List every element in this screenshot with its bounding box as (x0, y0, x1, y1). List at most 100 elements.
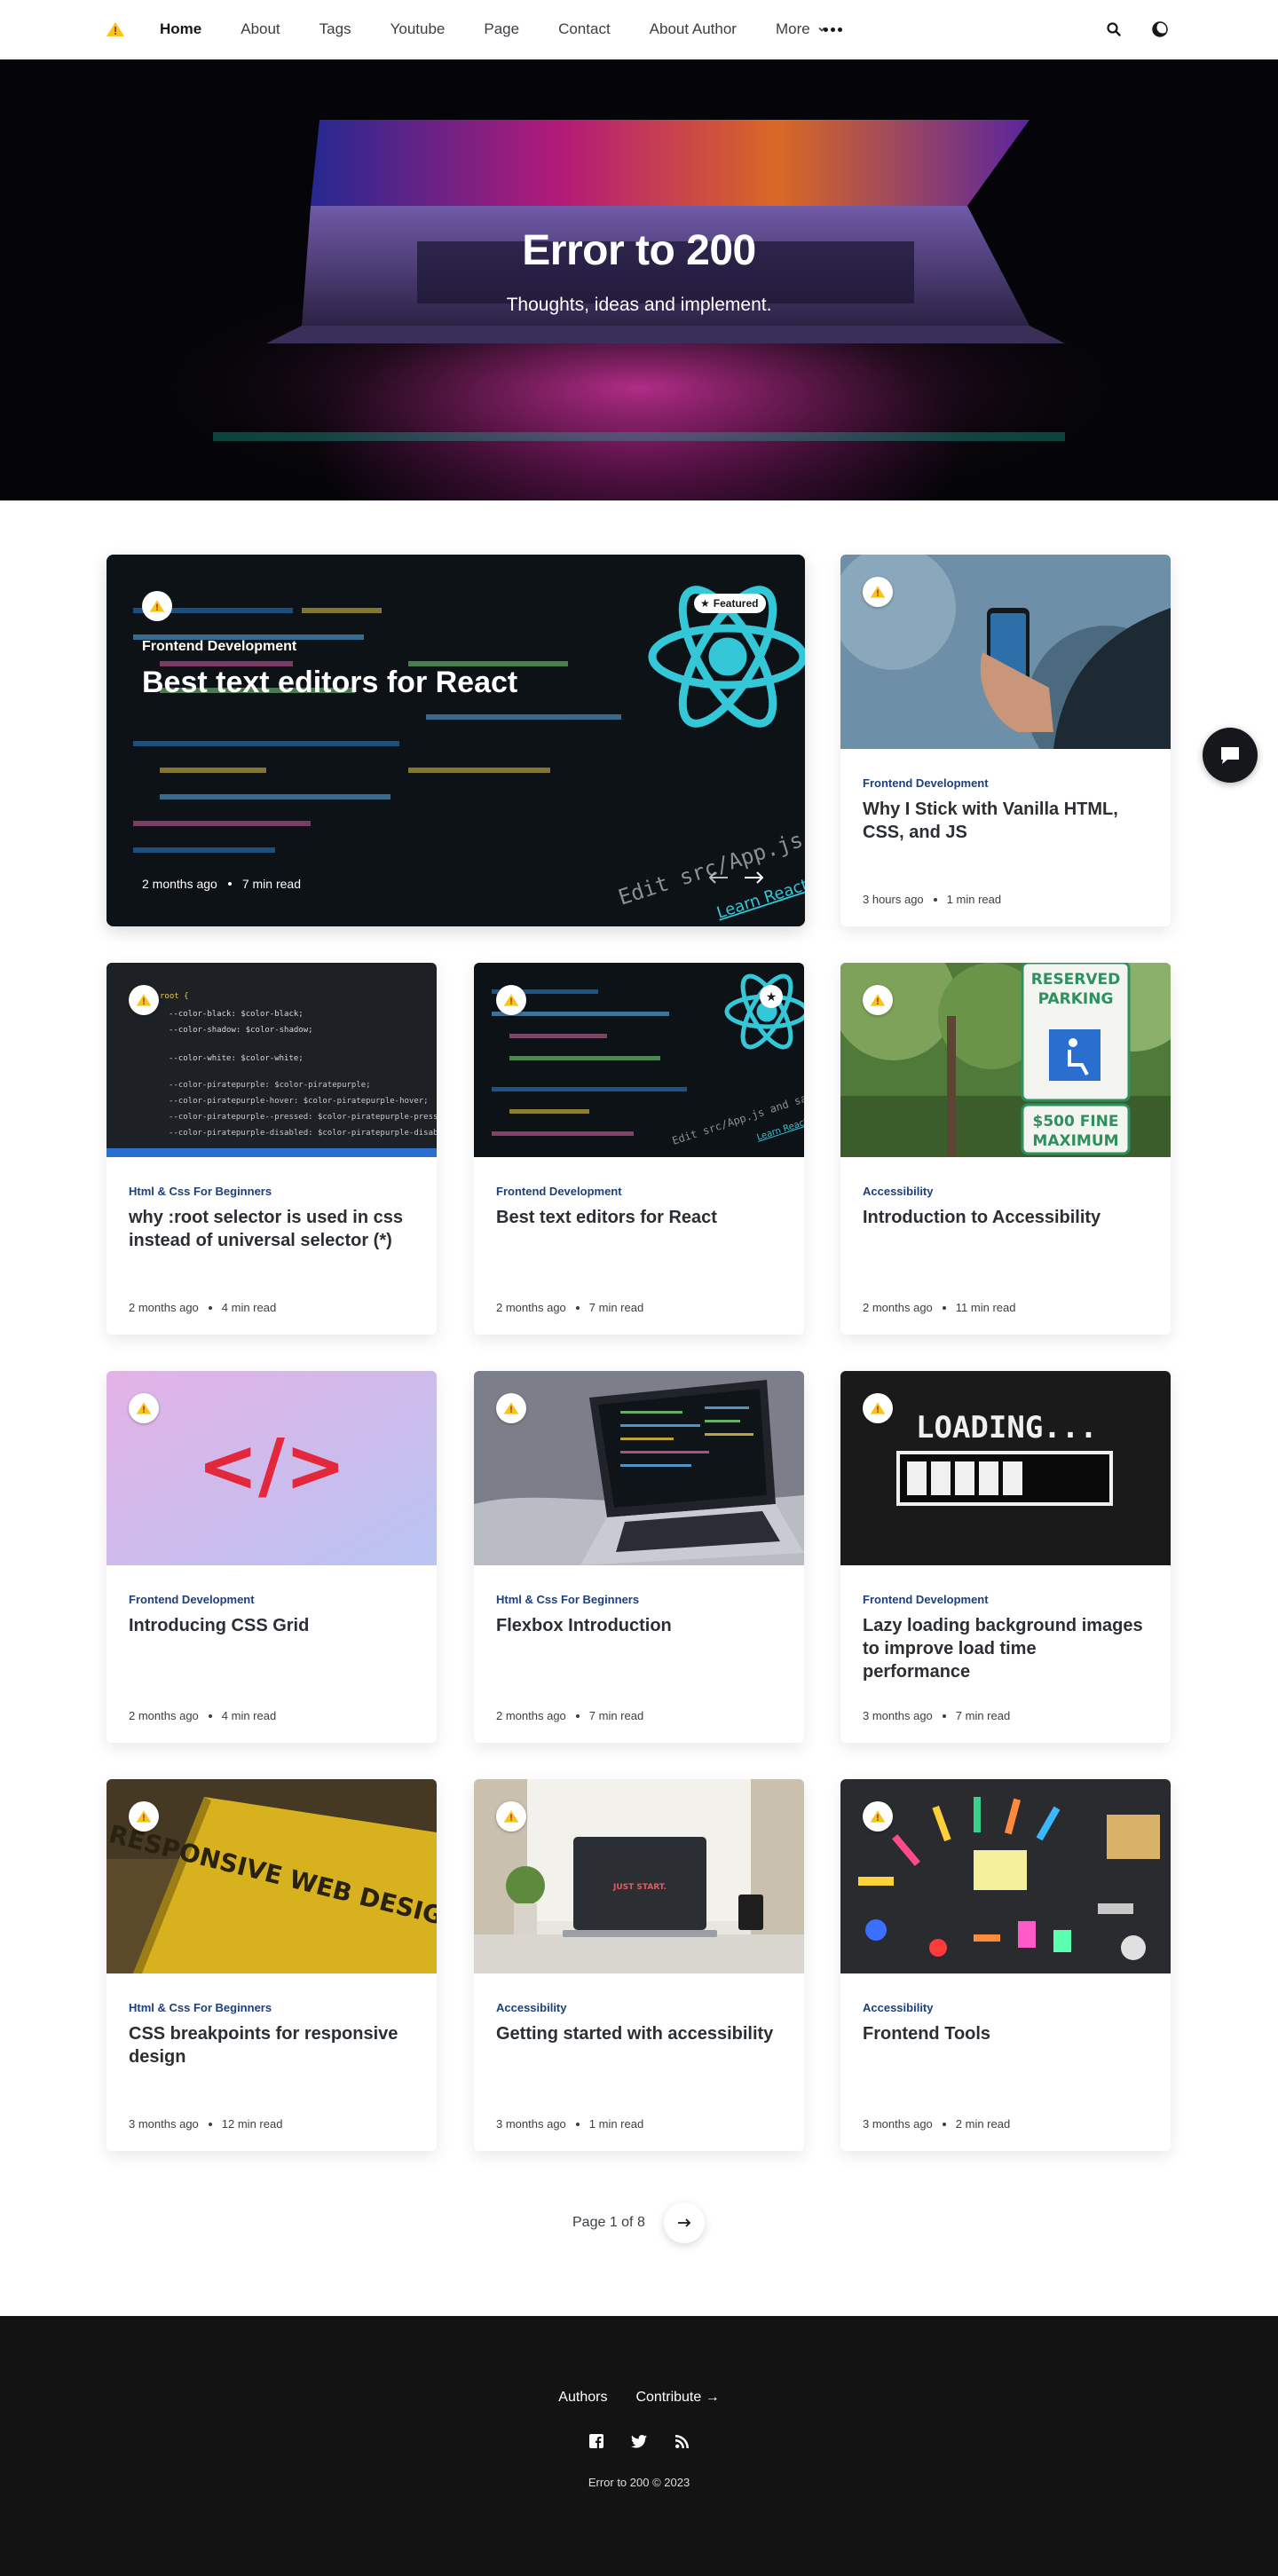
post-card[interactable]: Frontend Development Why I Stick with Va… (840, 555, 1171, 926)
post-tag[interactable]: Frontend Development (142, 639, 296, 655)
featured-badge: ★ Featured (694, 594, 767, 613)
post-card[interactable]: Accessibility Frontend Tools 3 months ag… (840, 1779, 1171, 2151)
author-avatar[interactable] (863, 1801, 893, 1832)
arrow-right-icon (678, 2218, 691, 2227)
post-title[interactable]: Best text editors for React (496, 1206, 782, 1229)
nav-about-author[interactable]: About Author (650, 20, 737, 38)
post-title[interactable]: Frontend Tools (863, 2022, 1148, 2045)
nav-about[interactable]: About (241, 20, 280, 38)
chat-bubble-icon (1221, 747, 1239, 764)
author-avatar[interactable] (496, 985, 526, 1015)
post-tag[interactable]: Frontend Development (496, 1185, 622, 1198)
post-tag[interactable]: Frontend Development (129, 1593, 255, 1606)
author-avatar[interactable] (129, 985, 159, 1015)
footer-contribute-link[interactable]: Contribute → (635, 2390, 719, 2406)
site-footer: Authors Contribute → Error to 200 © 2023 (0, 2316, 1278, 2576)
nav-youtube[interactable]: Youtube (390, 20, 446, 38)
post-read-time: 7 min read (588, 1709, 644, 1722)
post-card[interactable]: Html & Css For Beginners Flexbox Introdu… (474, 1371, 804, 1743)
code-line: --color-piratepurple: $color-piratepurpl… (169, 1081, 371, 1090)
post-date: 2 months ago (863, 1301, 933, 1314)
post-read-time: 7 min read (588, 1301, 644, 1314)
post-card[interactable]: root { --color-black: $color-black; --co… (106, 963, 437, 1335)
post-meta: 3 hours ago 1 min read (863, 893, 1001, 906)
search-icon[interactable] (1103, 19, 1124, 40)
twitter-icon[interactable] (629, 2431, 649, 2451)
warning-logo-icon[interactable] (105, 19, 126, 40)
nav-tags[interactable]: Tags (320, 20, 351, 38)
post-title[interactable]: CSS breakpoints for responsive design (129, 2022, 414, 2068)
post-title[interactable]: Getting started with accessibility (496, 2022, 782, 2045)
post-meta: 2 months ago 4 min read (129, 1301, 276, 1314)
post-tag[interactable]: Html & Css For Beginners (129, 1185, 272, 1198)
post-tag[interactable]: Accessibility (496, 2001, 567, 2014)
next-page-button[interactable] (664, 2202, 705, 2243)
rss-icon[interactable] (672, 2431, 691, 2451)
nav-page[interactable]: Page (484, 20, 519, 38)
featured-post-card[interactable]: Edit src/App.js and save to Learn React … (106, 555, 805, 926)
post-title[interactable]: Lazy loading background images to improv… (863, 1614, 1148, 1683)
post-date: 2 months ago (129, 1301, 199, 1314)
post-meta: 3 months ago 12 min read (129, 2117, 282, 2131)
post-card[interactable]: LOADING... Frontend Development Lazy loa… (840, 1371, 1171, 1743)
post-meta: 2 months ago 11 min read (863, 1301, 1015, 1314)
code-symbol-text: </> (197, 1424, 345, 1509)
post-meta: 3 months ago 2 min read (863, 2117, 1010, 2131)
nav-home[interactable]: Home (160, 20, 201, 38)
top-navigation: Home About Tags Youtube Page Contact Abo… (0, 0, 1278, 59)
moon-icon[interactable] (1149, 19, 1171, 40)
post-tag[interactable]: Frontend Development (863, 776, 989, 790)
post-title[interactable]: why :root selector is used in css instea… (129, 1206, 414, 1252)
post-card[interactable]: RESPONSIVE WEB DESIGN Html & Css For Beg… (106, 1779, 437, 2151)
nav-links: Home About Tags Youtube Page Contact Abo… (160, 0, 865, 59)
code-line: --color-black: $color-black; (169, 1010, 304, 1019)
loading-text: LOADING... (916, 1410, 1098, 1446)
author-avatar[interactable] (863, 985, 893, 1015)
code-line: --color-piratepurple-hover: $color-pirat… (169, 1097, 429, 1106)
author-avatar[interactable] (129, 1393, 159, 1423)
post-title[interactable]: Introduction to Accessibility (863, 1206, 1148, 1229)
post-title[interactable]: Flexbox Introduction (496, 1614, 782, 1637)
author-avatar[interactable] (129, 1801, 159, 1832)
footer-links: Authors Contribute → (0, 2390, 1278, 2406)
post-date: 3 hours ago (863, 893, 924, 906)
post-tag[interactable]: Html & Css For Beginners (129, 2001, 272, 2014)
post-card[interactable]: JUST START. Accessibility Getting starte… (474, 1779, 804, 2151)
laptop-hero-image (142, 120, 1136, 500)
post-tag[interactable]: Accessibility (863, 2001, 934, 2014)
post-title[interactable]: Why I Stick with Vanilla HTML, CSS, and … (863, 798, 1148, 844)
sign-parking-text: PARKING (1038, 990, 1114, 1008)
post-title[interactable]: Best text editors for React (142, 666, 517, 700)
post-date: 2 months ago (142, 877, 217, 891)
facebook-icon[interactable] (587, 2431, 606, 2451)
nav-contact[interactable]: Contact (558, 20, 611, 38)
post-card[interactable]: Edit src/App.js and save to Learn React … (474, 963, 804, 1335)
post-card[interactable]: RESERVED PARKING $500 FINE MAXIMUM Acces… (840, 963, 1171, 1335)
post-date: 2 months ago (496, 1301, 566, 1314)
featured-star-icon: ★ (760, 985, 783, 1008)
author-avatar[interactable] (142, 591, 172, 621)
author-avatar[interactable] (863, 1393, 893, 1423)
post-tag[interactable]: Frontend Development (863, 1593, 989, 1606)
laptop-screen-text: JUST START. (612, 1883, 667, 1892)
post-date: 3 months ago (863, 1709, 933, 1722)
author-avatar[interactable] (496, 1801, 526, 1832)
arrow-right-icon[interactable] (741, 865, 766, 890)
post-card[interactable]: </> Frontend Development Introducing CSS… (106, 1371, 437, 1743)
post-tag[interactable]: Html & Css For Beginners (496, 1593, 639, 1606)
code-line: --color-piratepurple-disabled: $color-pi… (169, 1129, 437, 1138)
more-dots-icon[interactable] (822, 22, 843, 36)
footer-authors-link[interactable]: Authors (558, 2390, 607, 2406)
nav-more-dropdown[interactable]: More (776, 20, 826, 38)
author-avatar[interactable] (863, 577, 893, 607)
post-title[interactable]: Introducing CSS Grid (129, 1614, 414, 1637)
featured-badge-label: Featured (713, 597, 759, 610)
chat-bubble-button[interactable] (1203, 728, 1258, 783)
post-read-time: 12 min read (221, 2117, 283, 2131)
arrow-left-icon[interactable] (706, 865, 731, 890)
post-meta: 2 months ago 4 min read (129, 1709, 276, 1722)
post-tag[interactable]: Accessibility (863, 1185, 934, 1198)
post-meta: 2 months ago 7 min read (496, 1301, 643, 1314)
author-avatar[interactable] (496, 1393, 526, 1423)
sign-fine-text: $500 FINE (1032, 1113, 1118, 1130)
